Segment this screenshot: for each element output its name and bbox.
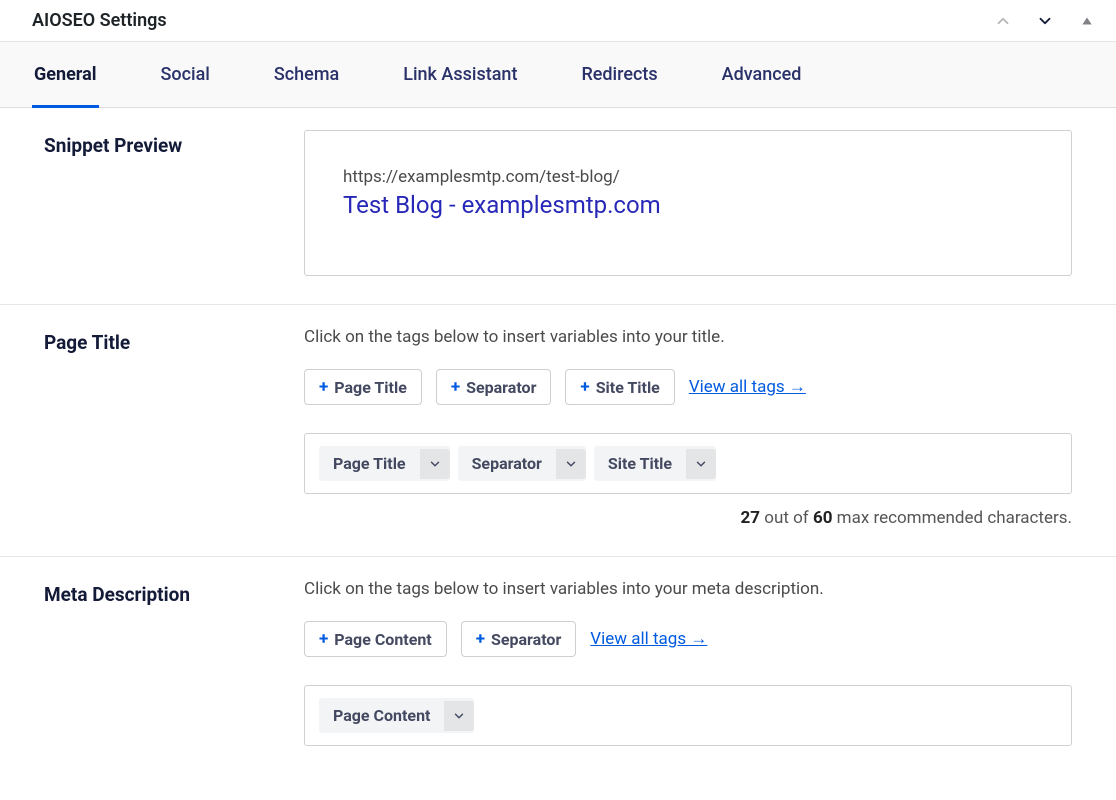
row-meta-description: Meta Description Click on the tags below…: [0, 557, 1116, 774]
field-tag-page-content[interactable]: Page Content: [319, 698, 474, 733]
page-title-body: Click on the tags below to insert variab…: [304, 327, 1072, 528]
snippet-title: Test Blog - examplesmtp.com: [343, 191, 1033, 219]
snippet-url: https://examplesmtp.com/test-blog/: [343, 167, 1033, 187]
counter-current: 27: [741, 508, 761, 528]
plus-icon: +: [580, 377, 589, 397]
field-tag-label: Separator: [458, 446, 556, 481]
page-title-quick-tags: + Page Title + Separator + Site Title Vi…: [304, 369, 1072, 405]
panel-controls: [994, 12, 1096, 30]
view-all-tags-link[interactable]: View all tags →: [689, 377, 806, 397]
quick-tag-page-title[interactable]: + Page Title: [304, 369, 422, 405]
meta-description-quick-tags: + Page Content + Separator View all tags…: [304, 621, 1072, 657]
chevron-down-icon[interactable]: [556, 449, 586, 479]
field-tag-label: Page Content: [319, 698, 444, 733]
page-title-counter: 27 out of 60 max recommended characters.: [304, 508, 1072, 528]
tab-general[interactable]: General: [32, 42, 99, 108]
tab-schema[interactable]: Schema: [272, 42, 341, 107]
field-tag-label: Page Title: [319, 446, 420, 481]
expand-down-icon[interactable]: [1036, 12, 1054, 30]
field-tag-page-title[interactable]: Page Title: [319, 446, 450, 481]
chevron-down-icon[interactable]: [420, 449, 450, 479]
snippet-preview-body: https://examplesmtp.com/test-blog/ Test …: [304, 130, 1072, 276]
panel-header: AIOSEO Settings: [0, 0, 1116, 42]
page-title-label: Page Title: [44, 327, 304, 528]
chevron-down-icon[interactable]: [444, 701, 474, 731]
meta-description-label: Meta Description: [44, 579, 304, 746]
quick-tag-separator[interactable]: + Separator: [461, 621, 577, 657]
quick-tag-separator[interactable]: + Separator: [436, 369, 552, 405]
quick-tag-label: Separator: [466, 378, 536, 397]
snippet-preview-box: https://examplesmtp.com/test-blog/ Test …: [304, 130, 1072, 276]
counter-max: 60: [813, 508, 833, 528]
field-tag-site-title[interactable]: Site Title: [594, 446, 716, 481]
sidebar-collapse-icon[interactable]: [1078, 12, 1096, 30]
plus-icon: +: [319, 377, 328, 397]
plus-icon: +: [319, 629, 328, 649]
quick-tag-label: Page Title: [334, 378, 407, 397]
quick-tag-page-content[interactable]: + Page Content: [304, 621, 447, 657]
view-all-tags-link[interactable]: View all tags →: [590, 629, 707, 649]
quick-tag-label: Page Content: [334, 630, 431, 649]
tab-advanced[interactable]: Advanced: [720, 42, 804, 107]
panel-title: AIOSEO Settings: [32, 10, 167, 31]
quick-tag-label: Site Title: [596, 378, 660, 397]
tab-redirects[interactable]: Redirects: [579, 42, 659, 107]
chevron-down-icon[interactable]: [686, 449, 716, 479]
row-snippet-preview: Snippet Preview https://examplesmtp.com/…: [0, 108, 1116, 305]
page-title-hint: Click on the tags below to insert variab…: [304, 327, 1072, 347]
tab-content: Snippet Preview https://examplesmtp.com/…: [0, 108, 1116, 774]
quick-tag-label: Separator: [491, 630, 561, 649]
plus-icon: +: [476, 629, 485, 649]
page-title-field[interactable]: Page Title Separator Site Title: [304, 433, 1072, 494]
snippet-preview-label: Snippet Preview: [44, 130, 304, 276]
collapse-up-icon[interactable]: [994, 12, 1012, 30]
meta-description-field[interactable]: Page Content: [304, 685, 1072, 746]
meta-description-body: Click on the tags below to insert variab…: [304, 579, 1072, 746]
tab-link-assistant[interactable]: Link Assistant: [401, 42, 519, 107]
meta-description-hint: Click on the tags below to insert variab…: [304, 579, 1072, 599]
field-tag-label: Site Title: [594, 446, 686, 481]
plus-icon: +: [451, 377, 460, 397]
row-page-title: Page Title Click on the tags below to in…: [0, 305, 1116, 557]
tabs: General Social Schema Link Assistant Red…: [0, 42, 1116, 108]
tab-social[interactable]: Social: [159, 42, 212, 107]
field-tag-separator[interactable]: Separator: [458, 446, 586, 481]
quick-tag-site-title[interactable]: + Site Title: [565, 369, 674, 405]
